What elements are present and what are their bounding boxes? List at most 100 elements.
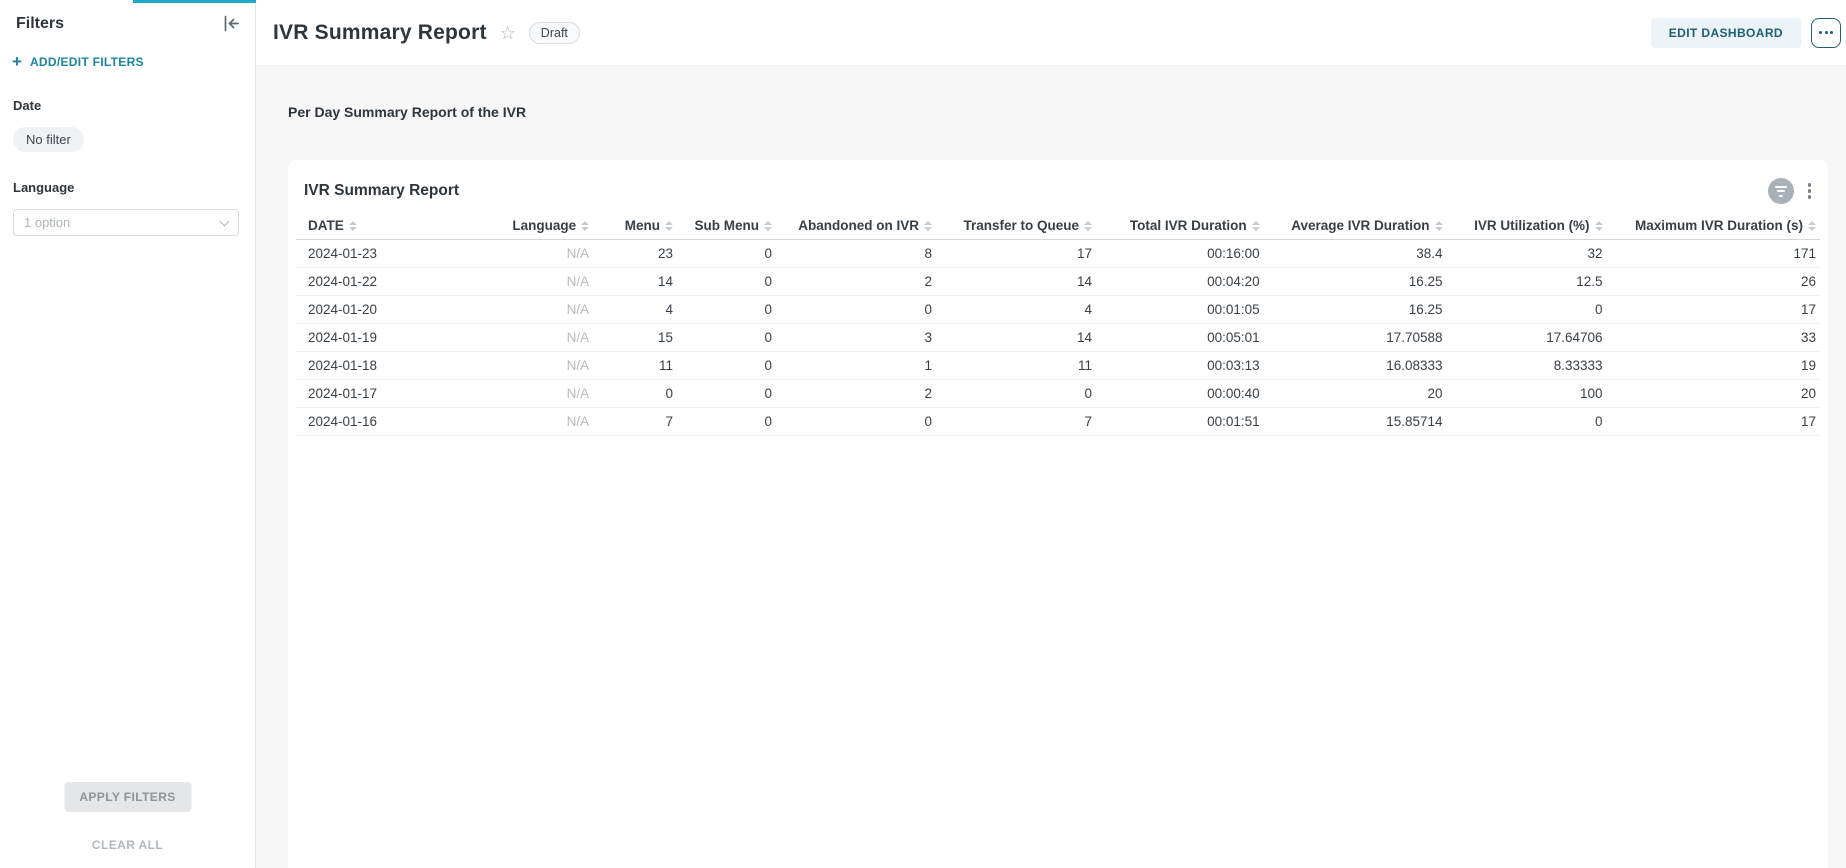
language-filter-label: Language	[13, 180, 239, 195]
column-label: Language	[512, 218, 576, 233]
cell-sub-menu: 0	[677, 268, 776, 296]
column-header-average-ivr-duration[interactable]: Average IVR Duration	[1264, 214, 1447, 240]
cell-abandoned-on-ivr: 2	[776, 380, 936, 408]
cell-menu: 11	[593, 352, 677, 380]
cell-language: N/A	[464, 268, 594, 296]
cell-maximum-ivr-duration-s: 17	[1607, 296, 1820, 324]
column-header-sub-menu[interactable]: Sub Menu	[677, 214, 776, 240]
cell-abandoned-on-ivr: 1	[776, 352, 936, 380]
add-edit-filters-button[interactable]: + ADD/EDIT FILTERS	[12, 53, 239, 70]
language-filter-select[interactable]: 1 option	[13, 209, 239, 236]
column-header-date[interactable]: DATE	[296, 214, 464, 240]
column-header-ivr-utilization[interactable]: IVR Utilization (%)	[1447, 214, 1607, 240]
cell-average-ivr-duration: 38.4	[1264, 240, 1447, 268]
favorite-star-icon[interactable]: ☆	[500, 24, 516, 42]
column-label: Maximum IVR Duration (s)	[1635, 218, 1803, 233]
cell-sub-menu: 0	[677, 240, 776, 268]
cell-transfer-to-queue: 7	[936, 408, 1096, 436]
cell-maximum-ivr-duration-s: 33	[1607, 324, 1820, 352]
column-header-menu[interactable]: Menu	[593, 214, 677, 240]
applied-filters-indicator[interactable]	[1768, 178, 1794, 204]
column-label: Total IVR Duration	[1130, 218, 1247, 233]
column-header-total-ivr-duration[interactable]: Total IVR Duration	[1096, 214, 1264, 240]
table-row: 2024-01-17N/A002000:00:402010020	[296, 380, 1820, 408]
sort-icon	[1435, 221, 1443, 231]
cell-average-ivr-duration: 16.25	[1264, 268, 1447, 296]
cell-menu: 23	[593, 240, 677, 268]
chevron-down-icon	[220, 216, 230, 226]
cell-total-ivr-duration: 00:01:05	[1096, 296, 1264, 324]
cell-abandoned-on-ivr: 0	[776, 296, 936, 324]
sort-icon	[924, 221, 932, 231]
table-row: 2024-01-19N/A15031400:05:0117.7058817.64…	[296, 324, 1820, 352]
cell-average-ivr-duration: 17.70588	[1264, 324, 1447, 352]
more-actions-button[interactable]	[1811, 18, 1841, 48]
cell-menu: 14	[593, 268, 677, 296]
cell-total-ivr-duration: 00:00:40	[1096, 380, 1264, 408]
apply-filters-button[interactable]: APPLY FILTERS	[64, 782, 191, 812]
cell-menu: 0	[593, 380, 677, 408]
chart-title: IVR Summary Report	[304, 182, 1768, 200]
table-row: 2024-01-16N/A700700:01:5115.85714017	[296, 408, 1820, 436]
ivr-summary-chart-card: IVR Summary Report DATE Language Menu Sub M…	[288, 160, 1828, 868]
cell-ivr-utilization: 32	[1447, 240, 1607, 268]
table-row: 2024-01-18N/A11011100:03:1316.083338.333…	[296, 352, 1820, 380]
dashboard-description: Per Day Summary Report of the IVR	[288, 104, 526, 120]
sort-icon	[665, 221, 673, 231]
sort-icon	[1595, 221, 1603, 231]
clear-all-button[interactable]: CLEAR ALL	[0, 838, 255, 852]
draft-status-badge[interactable]: Draft	[529, 22, 580, 44]
column-label: Menu	[625, 218, 660, 233]
filters-sidebar: Filters + ADD/EDIT FILTERS Date No filte…	[0, 0, 256, 868]
cell-total-ivr-duration: 00:03:13	[1096, 352, 1264, 380]
column-label: Abandoned on IVR	[798, 218, 919, 233]
cell-average-ivr-duration: 20	[1264, 380, 1447, 408]
column-label: Sub Menu	[695, 218, 760, 233]
cell-average-ivr-duration: 15.85714	[1264, 408, 1447, 436]
cell-total-ivr-duration: 00:04:20	[1096, 268, 1264, 296]
filters-tab-indicator	[133, 0, 256, 3]
cell-abandoned-on-ivr: 3	[776, 324, 936, 352]
ellipsis-icon	[1819, 31, 1822, 34]
cell-total-ivr-duration: 00:16:00	[1096, 240, 1264, 268]
date-filter-value-chip[interactable]: No filter	[13, 127, 84, 152]
cell-language: N/A	[464, 324, 594, 352]
cell-transfer-to-queue: 14	[936, 324, 1096, 352]
cell-maximum-ivr-duration-s: 19	[1607, 352, 1820, 380]
header-row: DATE Language Menu Sub Menu Abandoned on IVR…	[296, 214, 1820, 240]
sort-icon	[1808, 221, 1816, 231]
cell-transfer-to-queue: 14	[936, 268, 1096, 296]
cell-transfer-to-queue: 17	[936, 240, 1096, 268]
filters-header: Filters	[0, 0, 255, 33]
collapse-left-icon	[222, 14, 241, 33]
column-label: IVR Utilization (%)	[1474, 218, 1590, 233]
table-row: 2024-01-20N/A400400:01:0516.25017	[296, 296, 1820, 324]
column-header-transfer-to-queue[interactable]: Transfer to Queue	[936, 214, 1096, 240]
kebab-menu-icon	[1808, 183, 1812, 187]
cell-sub-menu: 0	[677, 296, 776, 324]
cell-date: 2024-01-23	[296, 240, 464, 268]
cell-average-ivr-duration: 16.08333	[1264, 352, 1447, 380]
column-header-abandoned-on-ivr[interactable]: Abandoned on IVR	[776, 214, 936, 240]
edit-dashboard-button[interactable]: EDIT DASHBOARD	[1651, 18, 1801, 48]
collapse-filters-button[interactable]	[222, 14, 241, 33]
cell-language: N/A	[464, 352, 594, 380]
column-header-language[interactable]: Language	[464, 214, 594, 240]
table-head: DATE Language Menu Sub Menu Abandoned on IVR…	[296, 214, 1820, 240]
cell-language: N/A	[464, 296, 594, 324]
cell-ivr-utilization: 0	[1447, 408, 1607, 436]
table-wrapper: DATE Language Menu Sub Menu Abandoned on IVR…	[288, 214, 1828, 436]
column-label: Average IVR Duration	[1291, 218, 1429, 233]
column-header-maximum-ivr-duration-s[interactable]: Maximum IVR Duration (s)	[1607, 214, 1820, 240]
date-filter-label: Date	[13, 98, 239, 113]
column-label: DATE	[308, 218, 344, 233]
sort-icon	[581, 221, 589, 231]
cell-maximum-ivr-duration-s: 26	[1607, 268, 1820, 296]
chart-options-button[interactable]	[1803, 181, 1817, 201]
cell-menu: 15	[593, 324, 677, 352]
cell-sub-menu: 0	[677, 408, 776, 436]
plus-icon: +	[12, 53, 22, 70]
cell-total-ivr-duration: 00:05:01	[1096, 324, 1264, 352]
cell-date: 2024-01-16	[296, 408, 464, 436]
cell-sub-menu: 0	[677, 324, 776, 352]
